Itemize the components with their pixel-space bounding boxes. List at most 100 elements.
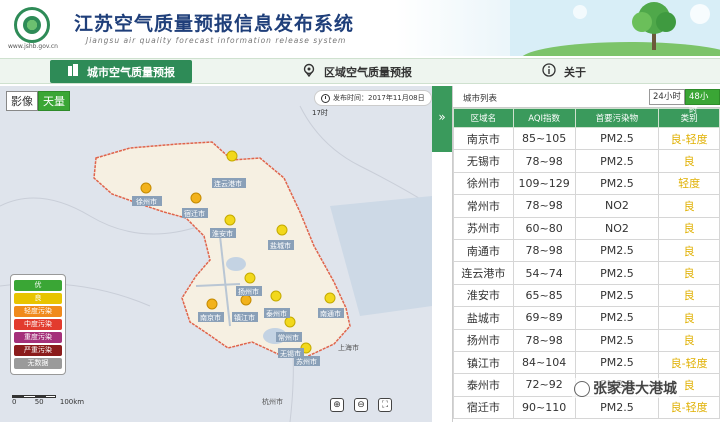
cell-region: 扬州市 [453, 328, 514, 352]
scale-tick: 100km [59, 398, 85, 406]
clock-icon [321, 93, 330, 103]
city-label: 苏州市 [296, 357, 317, 366]
main-nav: 城市空气质量预报 区域空气质量预报 关于 [0, 58, 720, 84]
table-row[interactable]: 徐州市 109~129 PM2.5 轻度 [453, 171, 720, 196]
table-row[interactable]: 南京市 85~105 PM2.5 良-轻度 [453, 126, 720, 151]
page-subtitle: Jiangsu air quality forecast information… [86, 36, 347, 45]
watermark: 张家港大港城 [572, 378, 679, 398]
info-icon [542, 63, 556, 80]
province-map[interactable]: 徐州市 连云港市 宿迁市 淮安市 盐城市 扬州市 南京市 镇江市 泰州市 常州市… [0, 86, 432, 422]
cell-pollutant: PM2.5 [574, 328, 660, 352]
legend-item: 严重污染 [14, 345, 62, 356]
collapse-panel-button[interactable]: » [432, 86, 452, 152]
table-row[interactable]: 连云港市 54~74 PM2.5 良 [453, 261, 720, 285]
nav-regional-forecast[interactable]: 区域空气质量预报 [302, 60, 412, 83]
zoom-in-icon[interactable]: ⊕ [330, 398, 344, 412]
map-scale: 0 50 100km [12, 394, 84, 406]
cell-category: 良-轻度 [658, 126, 720, 151]
environmental-agency-logo [14, 7, 50, 43]
page-title: 江苏空气质量预报信息发布系统 [74, 13, 355, 35]
table-row[interactable]: 扬州市 78~98 PM2.5 良 [453, 328, 720, 352]
cell-pollutant: PM2.5 [574, 149, 660, 173]
table-row[interactable]: 南通市 78~98 PM2.5 良 [453, 238, 720, 263]
cell-region: 泰州市 [453, 373, 514, 397]
legend-item: 优 [14, 280, 62, 291]
legend-item: 中度污染 [14, 319, 62, 330]
aqi-legend: 优 良 轻度污染 中度污染 重度污染 严重污染 无数据 [10, 274, 66, 375]
cell-region: 淮安市 [453, 283, 514, 308]
release-time-badge: 发布时间：2017年11月08日 [314, 90, 432, 106]
scale-tick: 0 [12, 398, 17, 406]
cell-region: 无锡市 [453, 149, 514, 173]
nav-city-forecast[interactable]: 城市空气质量预报 [50, 60, 192, 83]
layer-vector-button[interactable]: 天量 [38, 91, 70, 111]
cell-pollutant: PM2.5 [574, 261, 660, 285]
col-region[interactable]: 区域名 [453, 108, 514, 128]
table-row[interactable]: 无锡市 78~98 PM2.5 良 [453, 149, 720, 173]
city-label: 盐城市 [270, 241, 291, 250]
cell-region: 盐城市 [453, 306, 514, 330]
legend-item: 无数据 [14, 358, 62, 369]
city-marker[interactable] [276, 224, 288, 236]
city-marker[interactable] [190, 192, 202, 204]
cell-aqi: 78~98 [512, 149, 576, 173]
cell-aqi: 78~98 [512, 238, 576, 263]
col-pollutant[interactable]: 首要污染物 [574, 108, 660, 128]
cell-category: 良 [658, 149, 720, 173]
cell-region: 常州市 [453, 194, 514, 218]
building-icon [67, 64, 79, 79]
table-row[interactable]: 盐城市 69~89 PM2.5 良 [453, 306, 720, 330]
cell-region: 连云港市 [453, 261, 514, 285]
city-marker[interactable] [224, 214, 236, 226]
release-time: 发布时间：2017年11月08日 [333, 94, 425, 102]
table-row[interactable]: 苏州市 60~80 NO2 良 [453, 216, 720, 240]
city-label: 扬州市 [238, 287, 259, 296]
table-row[interactable]: 常州市 78~98 NO2 良 [453, 194, 720, 218]
cell-region: 徐州市 [453, 171, 514, 196]
cell-aqi: 84~104 [512, 350, 576, 375]
location-pin-icon [302, 63, 316, 80]
cell-aqi: 60~80 [512, 216, 576, 240]
col-aqi[interactable]: AQI指数 [512, 108, 576, 128]
city-marker[interactable] [240, 294, 252, 306]
city-label: 杭州市 [262, 397, 283, 406]
city-label: 连云港市 [214, 179, 242, 188]
city-label: 宿迁市 [184, 209, 205, 218]
cell-region: 苏州市 [453, 216, 514, 240]
city-marker[interactable] [284, 316, 296, 328]
city-marker[interactable] [206, 298, 218, 310]
table-row[interactable]: 镇江市 84~104 PM2.5 良-轻度 [453, 350, 720, 375]
header: www.jshb.gov.cn 江苏空气质量预报信息发布系统 Jiangsu a… [0, 0, 720, 56]
city-marker[interactable] [270, 290, 282, 302]
cell-pollutant: PM2.5 [574, 171, 660, 196]
scale-bar [12, 395, 56, 398]
city-label: 南京市 [200, 313, 221, 322]
btn-24h[interactable]: 24小时 [649, 89, 685, 105]
cell-category: 良 [658, 328, 720, 352]
cell-category: 良 [658, 261, 720, 285]
watermark-text: 张家港大港城 [593, 381, 677, 397]
city-marker[interactable] [140, 182, 152, 194]
layer-satellite-button[interactable]: 影像 [6, 91, 38, 111]
cell-aqi: 78~98 [512, 194, 576, 218]
cell-pollutant: PM2.5 [574, 238, 660, 263]
city-marker[interactable] [244, 272, 256, 284]
cell-pollutant: NO2 [574, 194, 660, 218]
cell-region: 宿迁市 [453, 395, 514, 420]
nav-about[interactable]: 关于 [542, 60, 586, 83]
fullscreen-icon[interactable]: ⛶ [378, 398, 392, 412]
zoom-out-icon[interactable]: ⊖ [354, 398, 368, 412]
cell-pollutant: PM2.5 [574, 283, 660, 308]
cell-aqi: 54~74 [512, 261, 576, 285]
city-marker[interactable] [226, 150, 238, 162]
table-row[interactable]: 淮安市 65~85 PM2.5 良 [453, 283, 720, 308]
table-row[interactable]: 宿迁市 90~110 PM2.5 良-轻度 [453, 395, 720, 420]
cell-aqi: 72~92 [512, 373, 576, 397]
city-marker[interactable] [324, 292, 336, 304]
cell-category: 轻度 [658, 171, 720, 196]
hour-label: 17时 [312, 109, 328, 117]
legend-item: 良 [14, 293, 62, 304]
cell-category: 良 [658, 283, 720, 308]
btn-48h[interactable]: 48小时 [685, 89, 720, 116]
cell-aqi: 109~129 [512, 171, 576, 196]
